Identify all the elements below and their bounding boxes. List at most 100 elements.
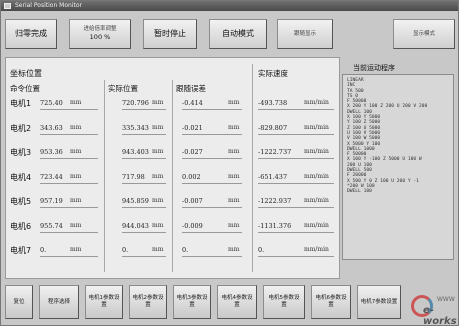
cmd-position-value: 953.36 bbox=[40, 148, 63, 156]
actual-speed-value: 0. bbox=[258, 246, 265, 254]
actual-speed-value: -493.738 bbox=[258, 99, 288, 107]
toolbar: 归零完成 进给倍率调整 100 % 暂时停止 自动模式 跟随显示 显示模式 bbox=[5, 15, 455, 51]
pause-label: 暂时停止 bbox=[154, 29, 186, 39]
actual-speed-header: 实际速度 bbox=[258, 69, 288, 78]
value-underline bbox=[258, 231, 334, 233]
following-error-value: 0. bbox=[182, 246, 189, 254]
program-select-button[interactable]: 程序选择 bbox=[39, 285, 79, 319]
value-underline bbox=[258, 158, 334, 159]
coordinate-panel: 坐标位置 命令位置 实际位置 跟随误差 实际速度 电机1 725.40 mm 720.… bbox=[5, 57, 340, 279]
following-error-value: -0.009 bbox=[182, 221, 203, 230]
feed-override-label: 进给倍率调整 bbox=[83, 25, 117, 32]
app-window: Serial Position Monitor 归零完成 进给倍率调整 100 … bbox=[0, 0, 459, 326]
value-underline bbox=[40, 256, 98, 257]
actual-speed-unit: mm/min bbox=[304, 197, 329, 204]
following-error-value: -0.414 bbox=[182, 99, 203, 107]
value-underline bbox=[40, 133, 98, 135]
column-divider bbox=[172, 80, 173, 272]
program-line: DWELL 100 bbox=[347, 189, 372, 195]
following-error-value: -0.027 bbox=[182, 148, 203, 156]
reset-complete-label: 归零完成 bbox=[15, 29, 47, 39]
motor6-settings-button[interactable]: 电机6参数设置 bbox=[311, 285, 351, 319]
value-underline bbox=[122, 231, 166, 233]
auto-mode-label: 自动模式 bbox=[222, 29, 254, 39]
actual-position-unit: mm bbox=[152, 172, 164, 180]
cmd-position-value: 955.74 bbox=[40, 221, 63, 230]
actual-position-unit: mm bbox=[152, 246, 164, 253]
bottom-button-bar: 复位 程序选择 电机1参数设置 电机2参数设置 电机3参数设置 电机4参数设置 电机5参数设… bbox=[5, 282, 455, 322]
value-underline bbox=[182, 256, 242, 257]
follow-display-button[interactable]: 跟随显示 bbox=[277, 19, 333, 49]
following-error-value: 0.002 bbox=[182, 172, 201, 181]
reset-complete-button[interactable]: 归零完成 bbox=[5, 19, 57, 49]
cmd-position-value: 0. bbox=[40, 246, 47, 254]
value-underline bbox=[122, 133, 166, 135]
auto-mode-button[interactable]: 自动模式 bbox=[209, 19, 267, 49]
following-error-unit: mm bbox=[228, 99, 240, 106]
value-underline bbox=[182, 207, 242, 208]
display-mode-button[interactable]: 显示模式 bbox=[393, 19, 455, 49]
motor-label: 电机6 bbox=[10, 221, 32, 231]
cmd-position-header: 命令位置 bbox=[10, 84, 40, 93]
value-underline bbox=[40, 158, 98, 159]
value-underline bbox=[258, 133, 334, 135]
cmd-position-unit: mm bbox=[70, 123, 82, 131]
motor-label: 电机7 bbox=[10, 246, 32, 255]
program-listing[interactable]: LINEAR INC TA 500 TS 0F 50000 X 200 Y 100 Z … bbox=[342, 74, 454, 260]
value-underline bbox=[40, 109, 98, 110]
cmd-position-value: 725.40 bbox=[40, 99, 63, 107]
value-underline bbox=[258, 182, 334, 184]
motor5-settings-button[interactable]: 电机5参数设置 bbox=[263, 285, 305, 319]
motor4-settings-button[interactable]: 电机4参数设置 bbox=[217, 285, 257, 319]
value-underline bbox=[40, 182, 98, 184]
cmd-position-unit: mm bbox=[70, 172, 82, 180]
actual-position-value: 943.403 bbox=[122, 148, 149, 156]
value-underline bbox=[258, 207, 334, 208]
value-underline bbox=[122, 256, 166, 257]
value-underline bbox=[182, 158, 242, 159]
actual-speed-value: -1222.737 bbox=[258, 148, 292, 156]
value-underline bbox=[258, 109, 334, 110]
motor3-settings-button[interactable]: 电机3参数设置 bbox=[173, 285, 211, 319]
actual-position-value: 335.343 bbox=[122, 123, 149, 132]
actual-speed-value: -1131.376 bbox=[258, 221, 292, 230]
motor-label: 电机1 bbox=[10, 99, 32, 108]
following-error-unit: mm bbox=[228, 148, 240, 155]
cmd-position-unit: mm bbox=[70, 221, 82, 229]
title-bar: Serial Position Monitor bbox=[1, 1, 458, 11]
cmd-position-unit: mm bbox=[70, 246, 82, 253]
logo-sub: WWW bbox=[437, 296, 455, 303]
app-icon bbox=[4, 3, 11, 9]
eworks-logo: WWW e-works bbox=[411, 293, 459, 326]
cmd-position-value: 343.63 bbox=[40, 123, 63, 132]
actual-speed-unit: mm/min bbox=[304, 148, 329, 155]
actual-position-header: 实际位置 bbox=[108, 84, 138, 93]
column-divider bbox=[104, 80, 105, 272]
following-error-value: -0.007 bbox=[182, 197, 203, 205]
value-underline bbox=[122, 109, 166, 110]
following-error-value: -0.021 bbox=[182, 123, 203, 132]
value-underline bbox=[258, 256, 334, 257]
motor7-settings-button[interactable]: 电机7参数设置 bbox=[357, 285, 401, 319]
actual-position-value: 720.796 bbox=[122, 99, 149, 107]
value-underline bbox=[122, 158, 166, 159]
following-error-unit: mm bbox=[228, 197, 240, 204]
reset-button[interactable]: 复位 bbox=[5, 285, 33, 319]
actual-speed-value: -1222.937 bbox=[258, 197, 292, 205]
column-divider bbox=[252, 64, 253, 272]
following-error-unit: mm bbox=[228, 172, 240, 180]
motor2-settings-button[interactable]: 电机2参数设置 bbox=[129, 285, 167, 319]
value-underline bbox=[40, 207, 98, 208]
motor1-settings-button[interactable]: 电机1参数设置 bbox=[85, 285, 123, 319]
feed-override-button[interactable]: 进给倍率调整 100 % bbox=[69, 19, 131, 49]
pause-button[interactable]: 暂时停止 bbox=[143, 19, 197, 49]
actual-position-value: 0. bbox=[122, 246, 129, 254]
actual-speed-unit: mm/min bbox=[304, 221, 329, 229]
follow-display-label: 跟随显示 bbox=[293, 30, 316, 37]
motor-label: 电机2 bbox=[10, 123, 32, 133]
actual-position-unit: mm bbox=[152, 123, 164, 131]
value-underline bbox=[40, 231, 98, 233]
following-error-header: 跟随误差 bbox=[176, 84, 206, 93]
actual-speed-unit: mm/min bbox=[304, 246, 329, 253]
feed-override-value: 100 % bbox=[89, 33, 111, 42]
